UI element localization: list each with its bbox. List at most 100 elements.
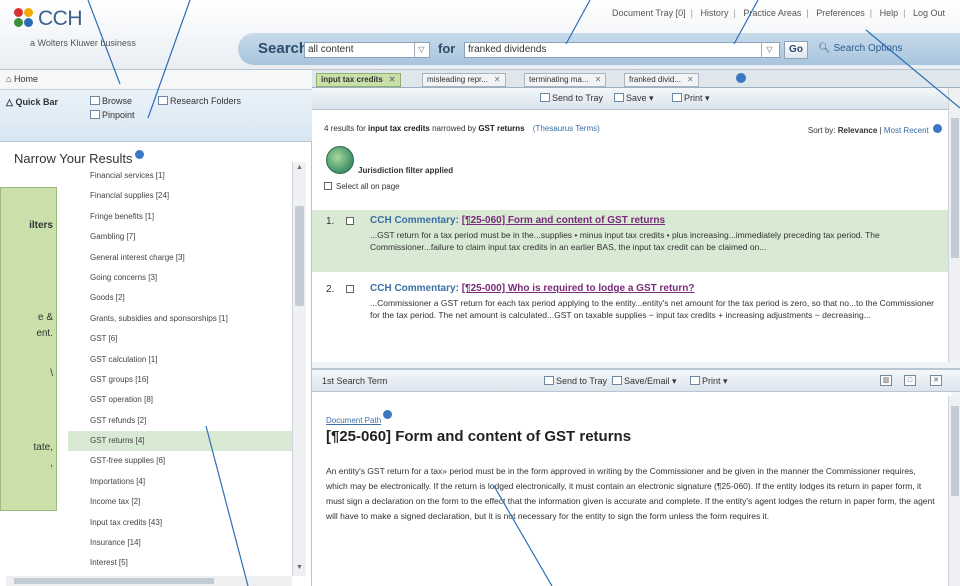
home-link[interactable]: ⌂ Home xyxy=(0,70,312,90)
facet-item[interactable]: Income tax [2] xyxy=(90,492,290,512)
go-button[interactable]: Go xyxy=(784,41,808,59)
result-snippet: ...GST return for a tax period must be i… xyxy=(370,230,880,252)
facet-item[interactable]: Financial supplies [24] xyxy=(90,186,290,206)
sort-most-recent[interactable]: Most Recent xyxy=(884,126,929,135)
results-scrollbar[interactable] xyxy=(948,88,960,362)
facet-item[interactable]: GST calculation [1] xyxy=(90,350,290,370)
doc-print-button[interactable]: Print ▾ xyxy=(690,376,728,387)
scroll-up-arrow-icon[interactable]: ▲ xyxy=(294,164,305,174)
facet-item[interactable]: Importations [4] xyxy=(90,472,290,492)
document-view: Document Path [¶25-060] Form and content… xyxy=(312,392,952,586)
link-document-tray[interactable]: Document Tray [0] xyxy=(607,8,691,18)
close-icon[interactable]: ✕ xyxy=(389,75,396,84)
facet-item[interactable]: Grants, subsidies and sponsorships [1] xyxy=(90,309,290,329)
narrow-results-title: Narrow Your Results xyxy=(14,150,144,166)
link-history[interactable]: History xyxy=(695,8,733,18)
new-tab-icon[interactable] xyxy=(736,73,746,83)
facet-item[interactable]: Interest [5] xyxy=(90,553,290,573)
facet-item[interactable]: GST refunds [2] xyxy=(90,411,290,431)
facet-item[interactable]: Goods [2] xyxy=(90,288,290,308)
facet-item[interactable]: Input tax credits [43] xyxy=(90,513,290,533)
logo-name: CCH xyxy=(38,7,83,30)
facet-item[interactable]: Fringe benefits [1] xyxy=(90,207,290,227)
scroll-thumb[interactable] xyxy=(295,206,304,306)
tab-misleading-repr[interactable]: misleading repr... ✕ xyxy=(422,73,506,87)
magnifier-icon: 🔍︎ xyxy=(818,43,831,54)
close-icon[interactable]: ✕ xyxy=(595,75,602,84)
save-email-button[interactable]: Save/Email ▾ xyxy=(612,376,677,387)
facet-item[interactable]: Gambling [7] xyxy=(90,227,290,247)
facet-item[interactable]: GST [6] xyxy=(90,329,290,349)
horizontal-scroll-thumb[interactable] xyxy=(14,578,214,584)
cch-logo[interactable]: CCH a Wolters Kluwer business xyxy=(14,6,136,48)
maximize-icon[interactable]: □ xyxy=(904,375,916,386)
link-help[interactable]: Help xyxy=(875,8,904,18)
browse-link[interactable]: Browse xyxy=(90,96,132,106)
info-icon[interactable] xyxy=(933,124,942,133)
link-practice-areas[interactable]: Practice Areas xyxy=(738,8,806,18)
close-icon[interactable]: ✕ xyxy=(494,75,501,84)
result-title-link[interactable]: CCH Commentary: [¶25-060] Form and conte… xyxy=(370,215,665,226)
tab-terminating-ma[interactable]: terminating ma... ✕ xyxy=(524,73,607,87)
result-title-link[interactable]: CCH Commentary: [¶25-000] Who is require… xyxy=(370,283,695,294)
tab-input-tax-credits[interactable]: input tax credits ✕ xyxy=(316,73,401,87)
link-preferences[interactable]: Preferences xyxy=(811,8,870,18)
tab-franked-divid[interactable]: franked divid... ✕ xyxy=(624,73,699,87)
close-icon[interactable]: ✕ xyxy=(930,375,942,386)
result-checkbox[interactable] xyxy=(346,285,354,293)
sort-relevance[interactable]: Relevance xyxy=(838,126,878,135)
send-to-tray-button[interactable]: Send to Tray xyxy=(540,93,603,103)
checkbox-icon xyxy=(324,182,332,190)
horizontal-scrollbar[interactable] xyxy=(6,576,292,586)
select-all-checkbox[interactable]: Select all on page xyxy=(324,182,400,191)
annotation-callout: ilters e & ent. \ tate, , xyxy=(0,187,57,511)
close-icon[interactable]: ✕ xyxy=(687,75,694,84)
pinpoint-link[interactable]: Pinpoint xyxy=(90,110,135,120)
save-email-label: Save/Email ▾ xyxy=(624,376,677,386)
result-checkbox[interactable] xyxy=(346,217,354,225)
document-scrollbar[interactable] xyxy=(948,396,960,586)
callout-text: e & xyxy=(37,312,53,323)
facet-item[interactable]: GST groups [16] xyxy=(90,370,290,390)
facet-item[interactable]: General interest charge [3] xyxy=(90,248,290,268)
search-term-label[interactable]: 1st Search Term xyxy=(322,376,387,386)
facet-item[interactable]: Financial services [1] xyxy=(90,166,290,186)
scroll-thumb[interactable] xyxy=(951,406,959,496)
callout-text: , xyxy=(50,458,53,469)
info-icon[interactable] xyxy=(134,150,144,159)
facet-scrollbar[interactable]: ▲ ▼ xyxy=(292,162,306,576)
doc-send-to-tray-button[interactable]: Send to Tray xyxy=(544,376,607,386)
split-view-icon[interactable]: ▥ xyxy=(880,375,892,386)
result-snippet: ...Commissioner a GST return for each ta… xyxy=(370,298,934,320)
search-options-link[interactable]: 🔍︎ Search Options xyxy=(818,43,902,54)
research-folders-link[interactable]: Research Folders xyxy=(158,96,241,106)
facet-item[interactable]: Going concerns [3] xyxy=(90,268,290,288)
quick-bar-toggle[interactable]: △ Quick Bar xyxy=(6,97,58,108)
save-button[interactable]: Save ▾ xyxy=(614,93,654,104)
globe-icon xyxy=(326,146,354,174)
facet-item[interactable]: GST returns [4] xyxy=(68,431,298,452)
chevron-down-icon[interactable]: ▽ xyxy=(414,43,428,57)
link-log-out[interactable]: Log Out xyxy=(908,8,950,18)
result-source: CCH Commentary: xyxy=(370,215,459,226)
info-icon[interactable] xyxy=(383,410,393,419)
facet-item[interactable]: GST operation [8] xyxy=(90,390,290,410)
result-title: [¶25-000] Who is required to lodge a GST… xyxy=(461,283,695,294)
scroll-thumb[interactable] xyxy=(951,118,959,258)
callout-text: ilters xyxy=(29,220,53,231)
search-scope-select[interactable]: all content xyxy=(304,42,430,58)
search-query-input[interactable]: franked dividends xyxy=(464,42,780,58)
print-button[interactable]: Print ▾ xyxy=(672,93,710,104)
home-icon: ⌂ xyxy=(6,74,12,84)
document-path-link[interactable]: Document Path xyxy=(326,410,393,425)
research-folders-label: Research Folders xyxy=(170,96,242,106)
top-links: Document Tray [0] | History | Practice Are… xyxy=(607,8,950,18)
facet-item[interactable]: GST-free supplies [6] xyxy=(90,451,290,471)
scroll-down-arrow-icon[interactable]: ▼ xyxy=(294,564,305,574)
facet-item[interactable]: Insurance [14] xyxy=(90,533,290,553)
browse-icon xyxy=(90,96,100,105)
narrow-results-label: Narrow Your Results xyxy=(14,151,133,166)
chevron-down-icon[interactable]: ▽ xyxy=(761,43,777,57)
printer-icon xyxy=(690,376,700,385)
thesaurus-terms-link[interactable]: (Thesaurus Terms) xyxy=(533,124,600,133)
